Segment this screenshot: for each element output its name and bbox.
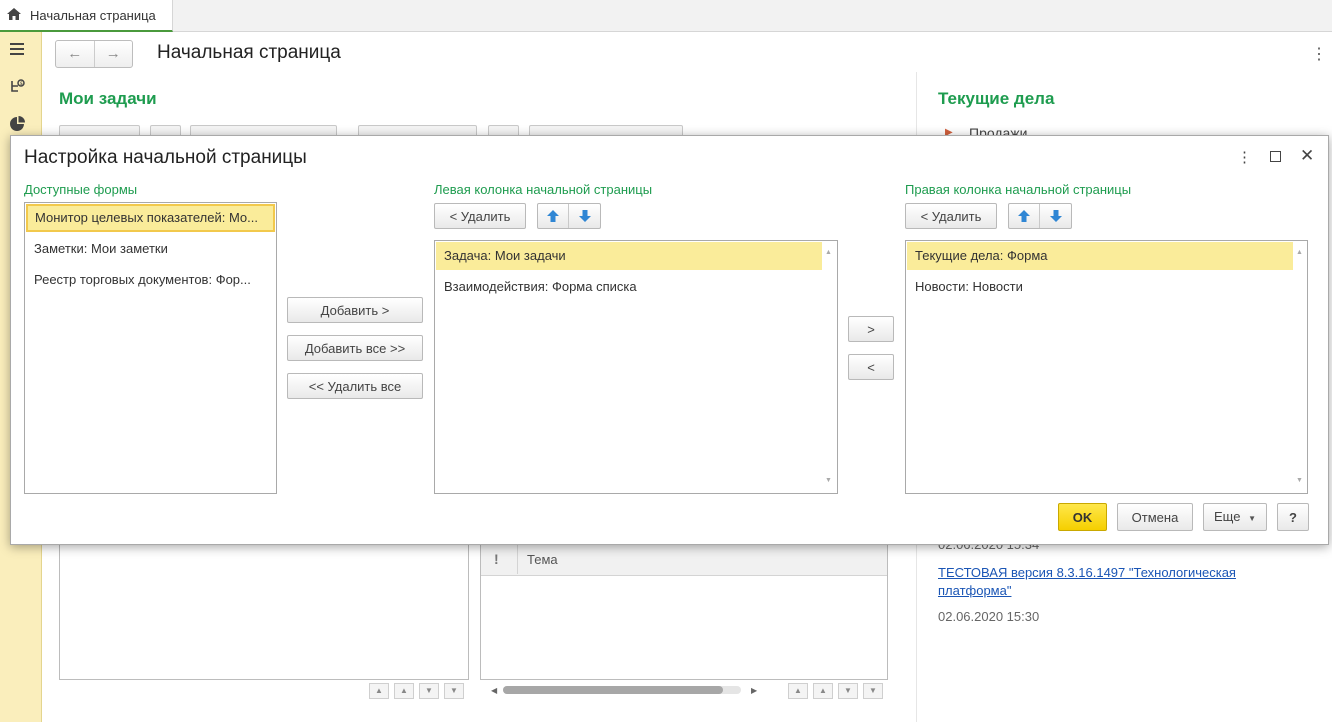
tab-home[interactable]: Начальная страница	[0, 0, 173, 32]
pie-chart-icon[interactable]	[8, 116, 26, 134]
svg-text:$: $	[20, 81, 23, 87]
home-icon	[6, 7, 22, 24]
move-left-button[interactable]: <	[848, 354, 894, 380]
menu-icon[interactable]	[8, 42, 26, 60]
scroll-up-icon[interactable]: ▲	[394, 683, 414, 699]
scroll-down-icon[interactable]: ▼	[419, 683, 439, 699]
column-header-tema[interactable]: Тема	[527, 552, 558, 567]
forward-arrow-icon[interactable]: →	[95, 41, 133, 67]
list-item[interactable]: Задача: Мои задачи	[436, 242, 822, 270]
hscroll-right-icon[interactable]: ▶	[751, 686, 757, 695]
right-order-buttons	[1008, 203, 1072, 229]
table-scroll-bottom-icon[interactable]: ▼	[863, 683, 883, 699]
move-down-icon[interactable]	[569, 204, 600, 228]
move-right-button[interactable]: >	[848, 316, 894, 342]
table-header: ! Тема	[481, 545, 887, 576]
more-actions-icon[interactable]: ⋮	[1311, 44, 1327, 64]
org-chart-icon[interactable]: $	[8, 79, 26, 97]
left-column-label: Левая колонка начальной страницы	[434, 182, 653, 197]
cancel-button[interactable]: Отмена	[1117, 503, 1193, 531]
left-remove-button[interactable]: < Удалить	[434, 203, 526, 229]
scroll-down-hint-icon[interactable]: ▼	[1296, 477, 1303, 484]
help-button[interactable]: ?	[1277, 503, 1309, 531]
news-timestamp: 02.06.2020 15:30	[938, 609, 1040, 624]
tab-home-label: Начальная страница	[30, 7, 156, 23]
scroll-top-icon[interactable]: ▲	[369, 683, 389, 699]
maximize-icon[interactable]	[1270, 151, 1281, 162]
left-order-buttons	[537, 203, 601, 229]
add-all-button[interactable]: Добавить все >>	[287, 335, 423, 361]
list-item[interactable]: Текущие дела: Форма	[907, 242, 1293, 270]
chevron-down-icon: ▼	[1248, 514, 1256, 523]
history-nav: ← →	[55, 40, 133, 68]
list-item[interactable]: Заметки: Мои заметки	[26, 235, 275, 263]
list-item[interactable]: Новости: Новости	[907, 273, 1293, 301]
available-forms-label: Доступные формы	[24, 182, 138, 197]
scroll-up-hint-icon[interactable]: ▲	[825, 249, 832, 256]
move-up-icon[interactable]	[538, 204, 569, 228]
sales-group[interactable]: Продажи	[969, 125, 1027, 135]
more-label: Еще	[1214, 509, 1241, 524]
left-column-list[interactable]: Задача: Мои задачи Взаимодействия: Форма…	[434, 240, 838, 494]
ok-button[interactable]: OK	[1058, 503, 1107, 531]
current-affairs-heading: Текущие дела	[938, 89, 1055, 108]
header-separator	[517, 545, 518, 574]
list-item[interactable]: Реестр торговых документов: Фор...	[26, 266, 275, 294]
hscroll-left-icon[interactable]: ◀	[491, 686, 497, 695]
scroll-down-hint-icon[interactable]: ▼	[825, 477, 832, 484]
right-column-label: Правая колонка начальной страницы	[905, 182, 1132, 197]
move-down-icon[interactable]	[1040, 204, 1071, 228]
list-item[interactable]: Монитор целевых показателей: Мо...	[26, 204, 275, 232]
add-button[interactable]: Добавить >	[287, 297, 423, 323]
table-scroll-top-icon[interactable]: ▲	[788, 683, 808, 699]
my-tasks-heading: Мои задачи	[59, 89, 157, 108]
move-up-icon[interactable]	[1009, 204, 1040, 228]
more-dropdown-button[interactable]: Еще ▼	[1203, 503, 1267, 531]
horizontal-scrollbar[interactable]	[503, 686, 741, 694]
right-column-list[interactable]: Текущие дела: Форма Новости: Новости ▲ ▼	[905, 240, 1308, 494]
remove-all-button[interactable]: << Удалить все	[287, 373, 423, 399]
close-icon[interactable]: ✕	[1300, 146, 1314, 166]
page-title: Начальная страница	[157, 42, 341, 63]
news-link[interactable]: ТЕСТОВАЯ версия 8.3.16.1497 "Технологиче…	[938, 564, 1268, 600]
table-scroll-down-icon[interactable]: ▼	[838, 683, 858, 699]
available-forms-list[interactable]: Монитор целевых показателей: Мо... Замет…	[24, 202, 277, 494]
importance-icon: !	[494, 551, 499, 567]
dialog-title: Настройка начальной страницы	[24, 147, 307, 168]
back-arrow-icon[interactable]: ←	[56, 41, 95, 67]
tab-bar	[0, 0, 1332, 32]
scroll-bottom-icon[interactable]: ▼	[444, 683, 464, 699]
right-remove-button[interactable]: < Удалить	[905, 203, 997, 229]
dialog-more-icon[interactable]: ⋮	[1237, 148, 1252, 166]
scroll-up-hint-icon[interactable]: ▲	[1296, 249, 1303, 256]
settings-dialog: Настройка начальной страницы ⋮ ✕ Доступн…	[10, 135, 1329, 545]
tasks-list-panel[interactable]	[59, 540, 469, 680]
table-scroll-up-icon[interactable]: ▲	[813, 683, 833, 699]
list-item[interactable]: Взаимодействия: Форма списка	[436, 273, 822, 301]
scrollbar-thumb[interactable]	[503, 686, 723, 694]
